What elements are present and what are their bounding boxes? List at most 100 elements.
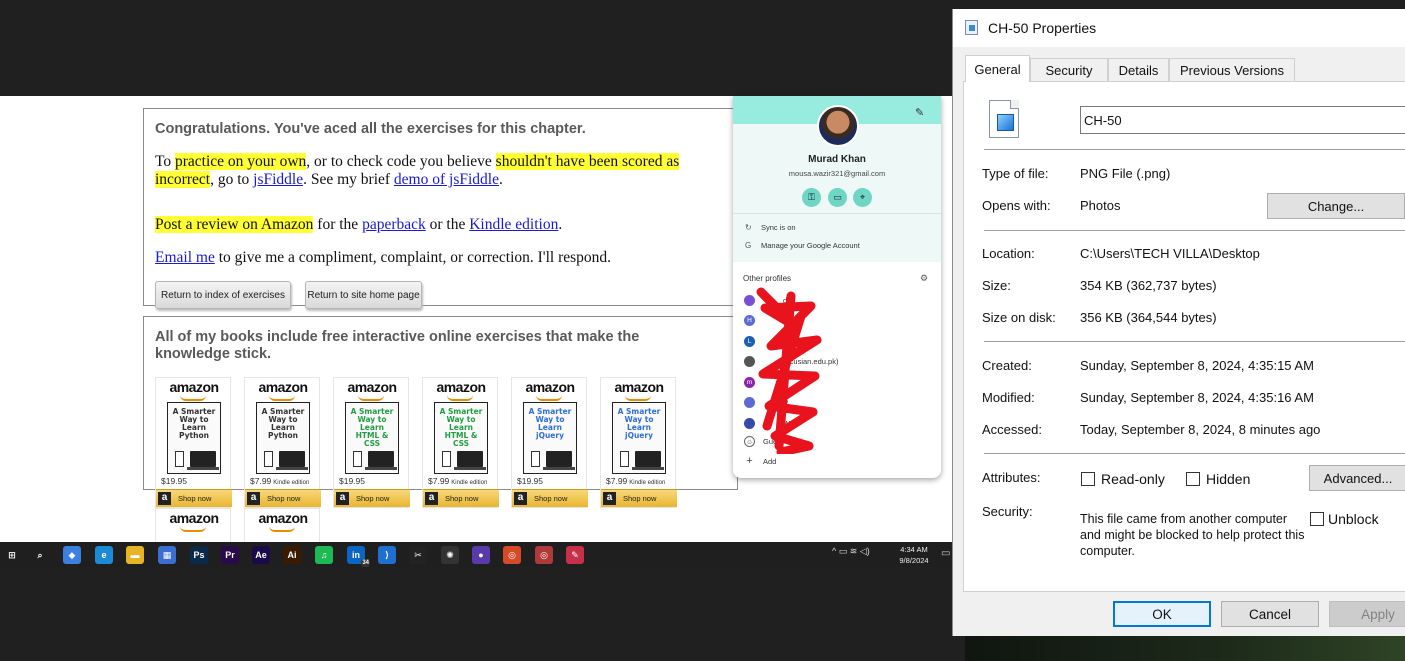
email-me-link[interactable]: Email me: [155, 249, 215, 266]
system-tray[interactable]: ^ ▭ ≋ ◁): [832, 546, 870, 557]
book-card[interactable]: amazon A Smarter Way to Learn HTML & CSS $…: [333, 377, 410, 508]
laptop-illustration: [276, 451, 308, 470]
book-card[interactable]: amazon: [155, 508, 231, 542]
return-index-button[interactable]: Return to index of exercises: [155, 281, 291, 309]
return-home-button[interactable]: Return to site home page: [305, 281, 422, 309]
phone-illustration: [442, 451, 451, 467]
amazon-logo: amazon: [347, 379, 397, 395]
capcut-icon[interactable]: ✂: [409, 546, 427, 564]
photoshop-icon[interactable]: Ps: [190, 546, 208, 564]
card-icon[interactable]: ▭: [828, 188, 847, 207]
book-price: $7.99 Kindle edition: [428, 476, 487, 486]
github-icon[interactable]: ●: [472, 546, 490, 564]
store-icon[interactable]: ▦: [158, 546, 176, 564]
notification-icon[interactable]: ▭: [941, 548, 950, 559]
highlight-practice: practice on your own: [175, 153, 307, 170]
linkedin-icon[interactable]: in 34: [347, 546, 370, 567]
image-file-icon: [989, 100, 1019, 138]
size-on-disk-value: 356 KB (364,544 bytes): [1080, 310, 1217, 325]
clock[interactable]: 4:34 AM 9/8/2024: [896, 544, 932, 566]
vscode-icon[interactable]: ⟩: [378, 546, 396, 564]
book-card[interactable]: amazon A Smarter Way to Learn jQuery $7.99…: [600, 377, 677, 508]
book-price: $7.99 Kindle edition: [250, 476, 309, 486]
phone-illustration: [620, 451, 629, 467]
amazon-smile-icon: [358, 395, 384, 401]
key-icon[interactable]: ⚿: [802, 188, 821, 207]
amazon-logo: amazon: [614, 379, 664, 395]
tab-previous-versions[interactable]: Previous Versions: [1169, 58, 1295, 81]
paperback-link[interactable]: paperback: [362, 216, 426, 233]
change-button[interactable]: Change...: [1267, 193, 1405, 219]
ok-button[interactable]: OK: [1113, 601, 1211, 627]
shop-now-button[interactable]: a Shop now: [601, 489, 677, 507]
search-icon[interactable]: ⌕: [31, 546, 49, 564]
book-card[interactable]: amazon A Smarter Way to Learn jQuery $19.9…: [511, 377, 588, 508]
chatgpt-icon[interactable]: ✺: [441, 546, 459, 564]
dialog-titlebar[interactable]: CH-50 Properties: [953, 9, 1405, 47]
books-heading: All of my books include free interactive…: [155, 329, 640, 362]
laptop-illustration: [187, 451, 219, 470]
price-value: $19.95: [161, 476, 187, 486]
shop-now-button[interactable]: a Shop now: [512, 489, 588, 507]
chrome-profile-icon[interactable]: ◎: [535, 546, 553, 564]
manage-account-item[interactable]: G Manage your Google Account: [745, 241, 860, 250]
chrome-icon[interactable]: ◎: [503, 546, 521, 564]
kindle-link[interactable]: Kindle edition: [469, 216, 558, 233]
gear-icon[interactable]: ⚙: [920, 273, 928, 284]
text: for the: [313, 216, 363, 233]
amazon-a-icon: a: [603, 492, 616, 505]
shop-now-label: Shop now: [445, 494, 479, 503]
spotify-icon[interactable]: ♫: [315, 546, 333, 564]
book-card[interactable]: amazon A Smarter Way to Learn HTML & CSS $…: [422, 377, 499, 508]
accessed-label: Accessed:: [982, 422, 1042, 437]
book-card[interactable]: amazon A Smarter Way to Learn Python $7.99…: [244, 377, 321, 508]
edge-icon[interactable]: e: [95, 546, 113, 564]
advanced-button[interactable]: Advanced...: [1309, 465, 1405, 491]
amazon-smile-icon: [536, 395, 562, 401]
amazon-logo: amazon: [169, 379, 219, 395]
jsfiddle-link[interactable]: jsFiddle: [253, 171, 303, 188]
pencil-icon[interactable]: ✎: [915, 106, 924, 119]
shop-now-button[interactable]: a Shop now: [245, 489, 321, 507]
size-value: 354 KB (362,737 bytes): [1080, 278, 1217, 293]
apply-button[interactable]: Apply: [1329, 601, 1405, 627]
readonly-checkbox[interactable]: [1081, 472, 1095, 486]
file-explorer-icon[interactable]: ▬: [126, 546, 144, 564]
shop-now-button[interactable]: a Shop now: [334, 489, 410, 507]
tab-general[interactable]: General: [965, 55, 1030, 82]
windows-start-icon[interactable]: ⊞: [3, 546, 21, 564]
filename-field[interactable]: [1080, 106, 1405, 134]
hidden-checkbox[interactable]: [1186, 472, 1200, 486]
sync-item[interactable]: ↻ Sync is on: [745, 223, 796, 232]
clock-date: 9/8/2024: [899, 556, 929, 565]
readonly-label[interactable]: Read-only: [1101, 471, 1165, 487]
practice-paragraph: To practice on your own, or to check cod…: [155, 153, 725, 189]
snipping-tool-icon[interactable]: ✎: [566, 546, 584, 564]
price-value: $7.99: [606, 476, 628, 486]
location-pin-icon[interactable]: ⌖: [853, 188, 872, 207]
jsfiddle-demo-link[interactable]: demo of jsFiddle: [394, 171, 499, 188]
tab-security[interactable]: Security: [1030, 58, 1108, 81]
hidden-label[interactable]: Hidden: [1206, 471, 1250, 487]
avatar[interactable]: [817, 105, 859, 147]
cancel-button[interactable]: Cancel: [1221, 601, 1319, 627]
tab-details[interactable]: Details: [1108, 58, 1169, 81]
unblock-checkbox[interactable]: [1310, 512, 1324, 526]
shop-now-button[interactable]: a Shop now: [156, 489, 232, 507]
properties-dialog: CH-50 Properties General Security Detail…: [952, 9, 1405, 636]
cover-title: A Smarter Way to Learn jQuery: [528, 407, 572, 440]
phone-illustration: [264, 451, 273, 467]
copilot-icon[interactable]: ◆: [63, 546, 81, 564]
add-profile-item[interactable]: + Add: [744, 455, 776, 467]
illustrator-icon[interactable]: Ai: [283, 546, 301, 564]
book-card[interactable]: amazon A Smarter Way to Learn Python $19.9…: [155, 377, 232, 508]
book-card[interactable]: amazon: [244, 508, 320, 542]
created-value: Sunday, September 8, 2024, 4:35:15 AM: [1080, 358, 1314, 373]
unblock-label[interactable]: Unblock: [1328, 511, 1379, 527]
desktop-wallpaper: [965, 636, 1405, 661]
premiere-icon[interactable]: Pr: [221, 546, 239, 564]
security-message: This file came from another computer and…: [1080, 512, 1305, 558]
text: .: [558, 216, 563, 233]
shop-now-button[interactable]: a Shop now: [423, 489, 499, 507]
after-effects-icon[interactable]: Ae: [252, 546, 270, 564]
